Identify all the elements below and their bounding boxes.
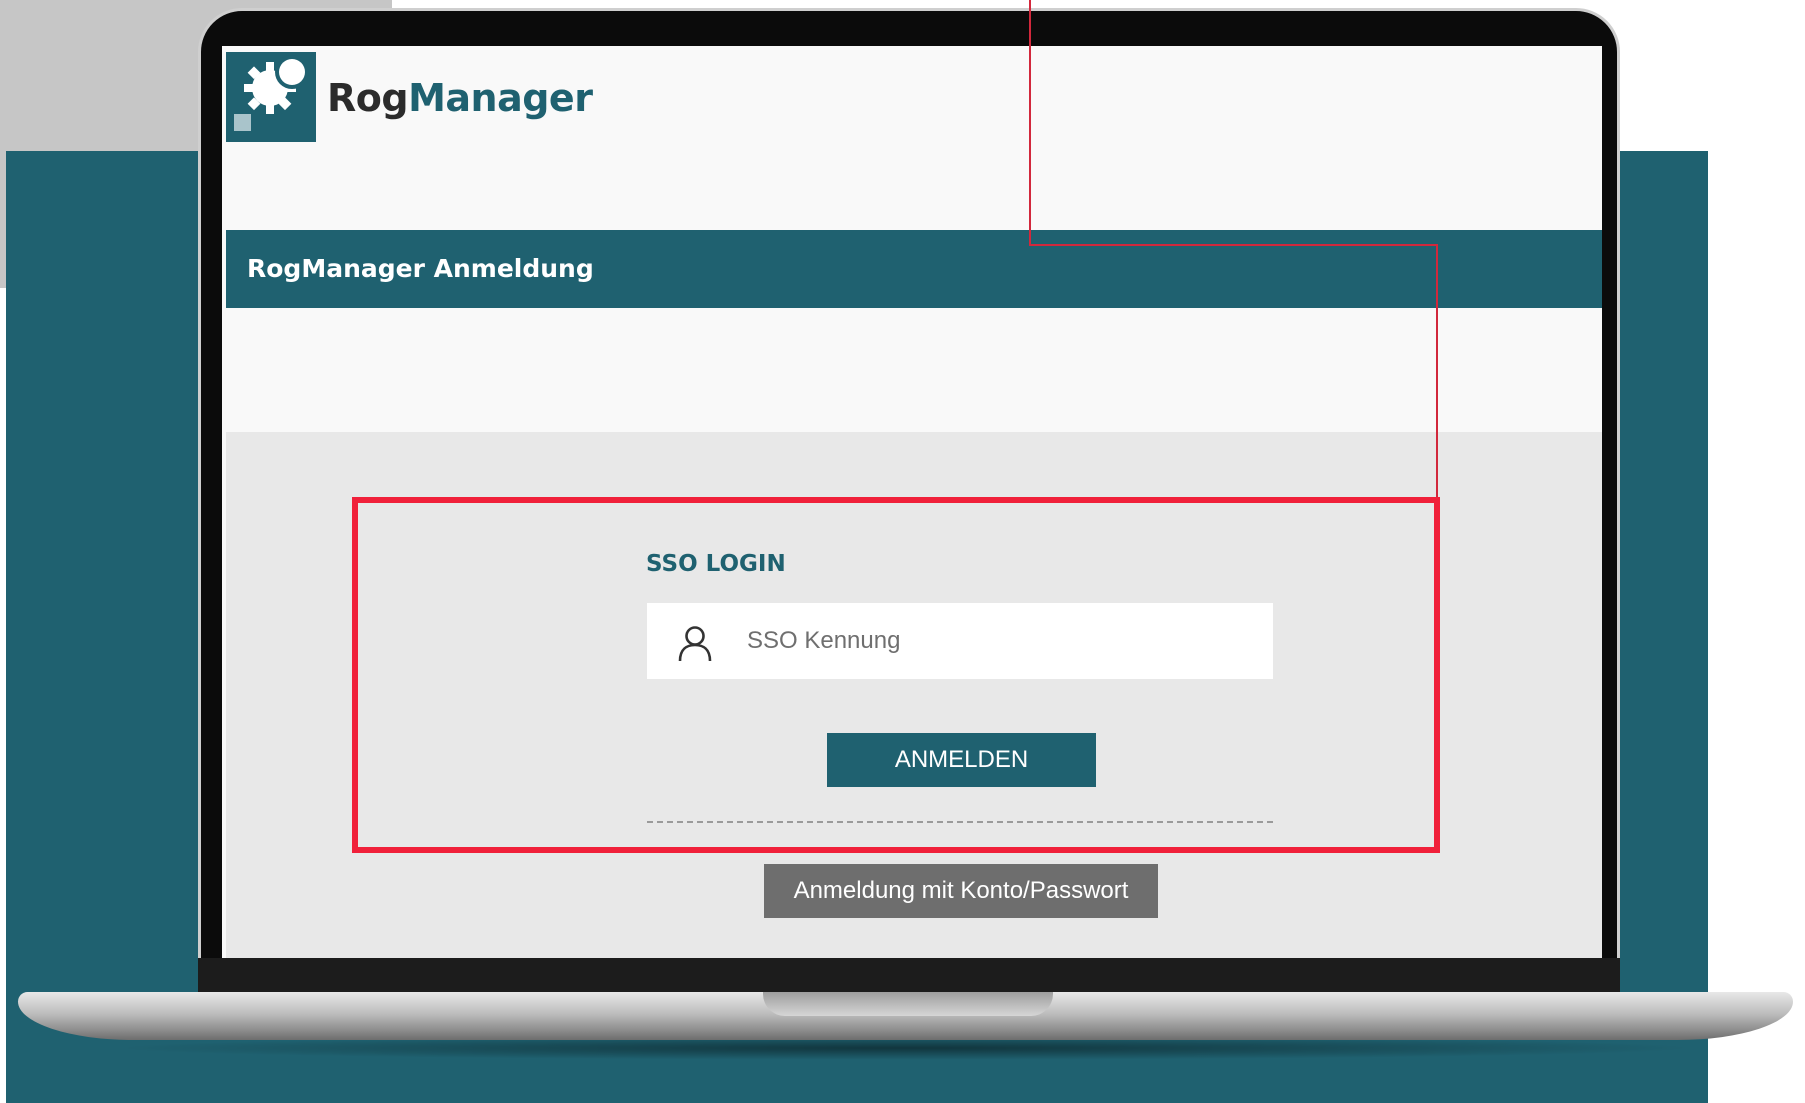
laptop-notch — [763, 992, 1053, 1016]
laptop-bezel-bottom — [198, 958, 1620, 996]
brand-name-part2: Manager — [408, 76, 593, 120]
annotation-highlight-box — [352, 497, 1440, 853]
annotation-line — [1029, 0, 1031, 245]
gear-logo-icon — [226, 52, 316, 142]
page-title: RogManager Anmeldung — [247, 254, 594, 283]
annotation-line — [1436, 244, 1438, 500]
brand-name: RogManager — [327, 76, 593, 120]
brand-name-part1: Rog — [327, 76, 409, 120]
annotation-line — [1029, 244, 1437, 246]
account-password-login-button[interactable]: Anmeldung mit Konto/Passwort — [764, 864, 1158, 918]
title-bar: RogManager Anmeldung — [226, 230, 1602, 308]
